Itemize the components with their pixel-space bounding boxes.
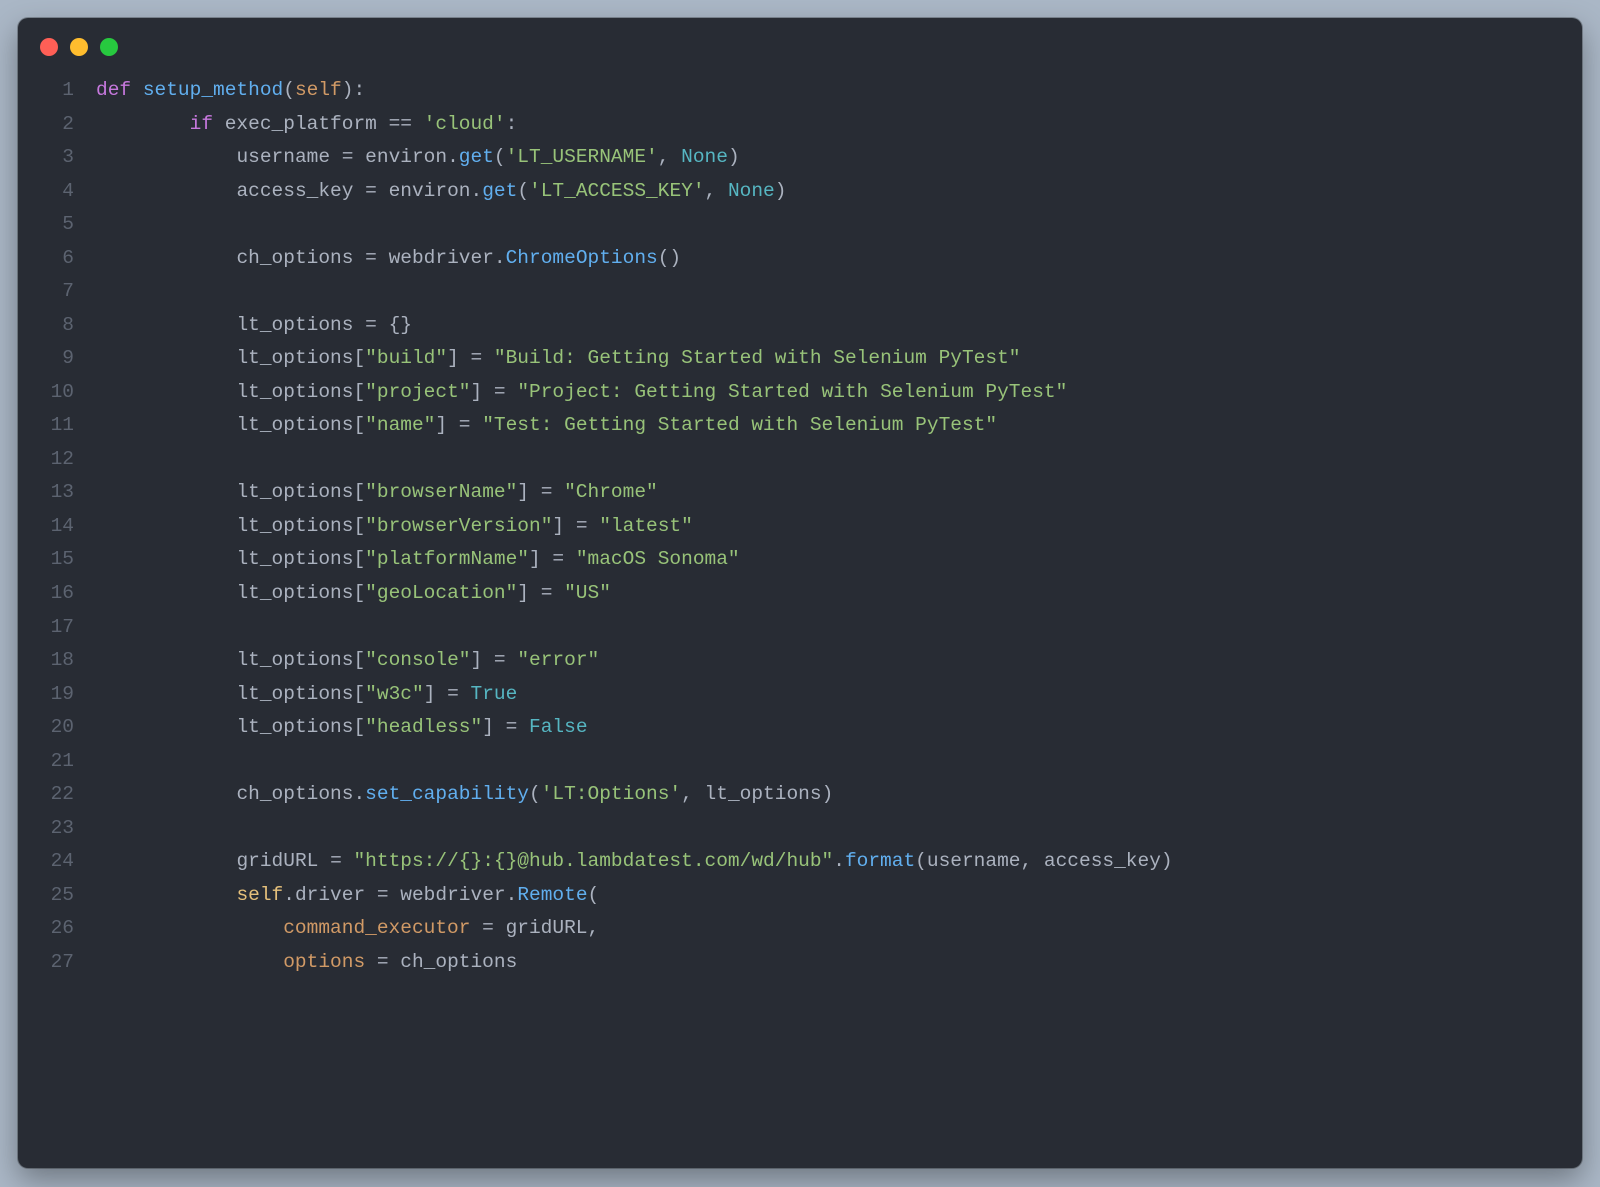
- code-line[interactable]: 27 options = ch_options: [18, 946, 1582, 980]
- line-content[interactable]: def setup_method(self):: [96, 74, 1582, 108]
- titlebar: [18, 18, 1582, 72]
- line-content[interactable]: ch_options = webdriver.ChromeOptions(): [96, 242, 1582, 276]
- line-number: 11: [18, 409, 96, 443]
- code-editor[interactable]: 1def setup_method(self):2 if exec_platfo…: [18, 72, 1582, 1001]
- line-content[interactable]: [96, 812, 1582, 846]
- line-content[interactable]: self.driver = webdriver.Remote(: [96, 879, 1582, 913]
- line-content[interactable]: access_key = environ.get('LT_ACCESS_KEY'…: [96, 175, 1582, 209]
- code-line[interactable]: 4 access_key = environ.get('LT_ACCESS_KE…: [18, 175, 1582, 209]
- line-number: 27: [18, 946, 96, 980]
- line-content[interactable]: lt_options["browserVersion"] = "latest": [96, 510, 1582, 544]
- line-number: 4: [18, 175, 96, 209]
- line-number: 16: [18, 577, 96, 611]
- line-content[interactable]: [96, 745, 1582, 779]
- line-number: 2: [18, 108, 96, 142]
- code-line[interactable]: 21: [18, 745, 1582, 779]
- code-line[interactable]: 5: [18, 208, 1582, 242]
- line-number: 14: [18, 510, 96, 544]
- code-line[interactable]: 1def setup_method(self):: [18, 74, 1582, 108]
- code-line[interactable]: 22 ch_options.set_capability('LT:Options…: [18, 778, 1582, 812]
- code-line[interactable]: 14 lt_options["browserVersion"] = "lates…: [18, 510, 1582, 544]
- code-line[interactable]: 9 lt_options["build"] = "Build: Getting …: [18, 342, 1582, 376]
- line-content[interactable]: [96, 275, 1582, 309]
- code-line[interactable]: 12: [18, 443, 1582, 477]
- line-number: 18: [18, 644, 96, 678]
- line-content[interactable]: username = environ.get('LT_USERNAME', No…: [96, 141, 1582, 175]
- code-line[interactable]: 7: [18, 275, 1582, 309]
- code-line[interactable]: 24 gridURL = "https://{}:{}@hub.lambdate…: [18, 845, 1582, 879]
- line-content[interactable]: [96, 208, 1582, 242]
- code-line[interactable]: 26 command_executor = gridURL,: [18, 912, 1582, 946]
- code-line[interactable]: 25 self.driver = webdriver.Remote(: [18, 879, 1582, 913]
- line-content[interactable]: [96, 611, 1582, 645]
- line-content[interactable]: command_executor = gridURL,: [96, 912, 1582, 946]
- code-line[interactable]: 23: [18, 812, 1582, 846]
- line-content[interactable]: lt_options["console"] = "error": [96, 644, 1582, 678]
- line-number: 20: [18, 711, 96, 745]
- line-content[interactable]: lt_options["browserName"] = "Chrome": [96, 476, 1582, 510]
- line-number: 10: [18, 376, 96, 410]
- code-line[interactable]: 19 lt_options["w3c"] = True: [18, 678, 1582, 712]
- line-content[interactable]: lt_options = {}: [96, 309, 1582, 343]
- line-number: 23: [18, 812, 96, 846]
- code-line[interactable]: 6 ch_options = webdriver.ChromeOptions(): [18, 242, 1582, 276]
- line-number: 13: [18, 476, 96, 510]
- code-line[interactable]: 15 lt_options["platformName"] = "macOS S…: [18, 543, 1582, 577]
- close-button[interactable]: [40, 38, 58, 56]
- code-line[interactable]: 8 lt_options = {}: [18, 309, 1582, 343]
- line-content[interactable]: lt_options["platformName"] = "macOS Sono…: [96, 543, 1582, 577]
- line-content[interactable]: lt_options["project"] = "Project: Gettin…: [96, 376, 1582, 410]
- line-number: 17: [18, 611, 96, 645]
- line-number: 6: [18, 242, 96, 276]
- line-number: 22: [18, 778, 96, 812]
- line-content[interactable]: [96, 443, 1582, 477]
- line-content[interactable]: if exec_platform == 'cloud':: [96, 108, 1582, 142]
- line-number: 12: [18, 443, 96, 477]
- line-number: 25: [18, 879, 96, 913]
- code-line[interactable]: 16 lt_options["geoLocation"] = "US": [18, 577, 1582, 611]
- code-line[interactable]: 17: [18, 611, 1582, 645]
- line-number: 7: [18, 275, 96, 309]
- line-content[interactable]: gridURL = "https://{}:{}@hub.lambdatest.…: [96, 845, 1582, 879]
- line-number: 1: [18, 74, 96, 108]
- line-content[interactable]: lt_options["geoLocation"] = "US": [96, 577, 1582, 611]
- line-number: 3: [18, 141, 96, 175]
- code-line[interactable]: 3 username = environ.get('LT_USERNAME', …: [18, 141, 1582, 175]
- line-number: 5: [18, 208, 96, 242]
- code-line[interactable]: 18 lt_options["console"] = "error": [18, 644, 1582, 678]
- line-content[interactable]: lt_options["w3c"] = True: [96, 678, 1582, 712]
- line-number: 9: [18, 342, 96, 376]
- code-line[interactable]: 13 lt_options["browserName"] = "Chrome": [18, 476, 1582, 510]
- line-content[interactable]: lt_options["build"] = "Build: Getting St…: [96, 342, 1582, 376]
- line-number: 26: [18, 912, 96, 946]
- line-number: 8: [18, 309, 96, 343]
- line-content[interactable]: lt_options["headless"] = False: [96, 711, 1582, 745]
- code-line[interactable]: 11 lt_options["name"] = "Test: Getting S…: [18, 409, 1582, 443]
- line-number: 19: [18, 678, 96, 712]
- code-line[interactable]: 2 if exec_platform == 'cloud':: [18, 108, 1582, 142]
- line-number: 15: [18, 543, 96, 577]
- line-content[interactable]: options = ch_options: [96, 946, 1582, 980]
- code-line[interactable]: 10 lt_options["project"] = "Project: Get…: [18, 376, 1582, 410]
- minimize-button[interactable]: [70, 38, 88, 56]
- code-window: 1def setup_method(self):2 if exec_platfo…: [18, 18, 1582, 1168]
- zoom-button[interactable]: [100, 38, 118, 56]
- line-content[interactable]: ch_options.set_capability('LT:Options', …: [96, 778, 1582, 812]
- line-content[interactable]: lt_options["name"] = "Test: Getting Star…: [96, 409, 1582, 443]
- line-number: 21: [18, 745, 96, 779]
- line-number: 24: [18, 845, 96, 879]
- code-line[interactable]: 20 lt_options["headless"] = False: [18, 711, 1582, 745]
